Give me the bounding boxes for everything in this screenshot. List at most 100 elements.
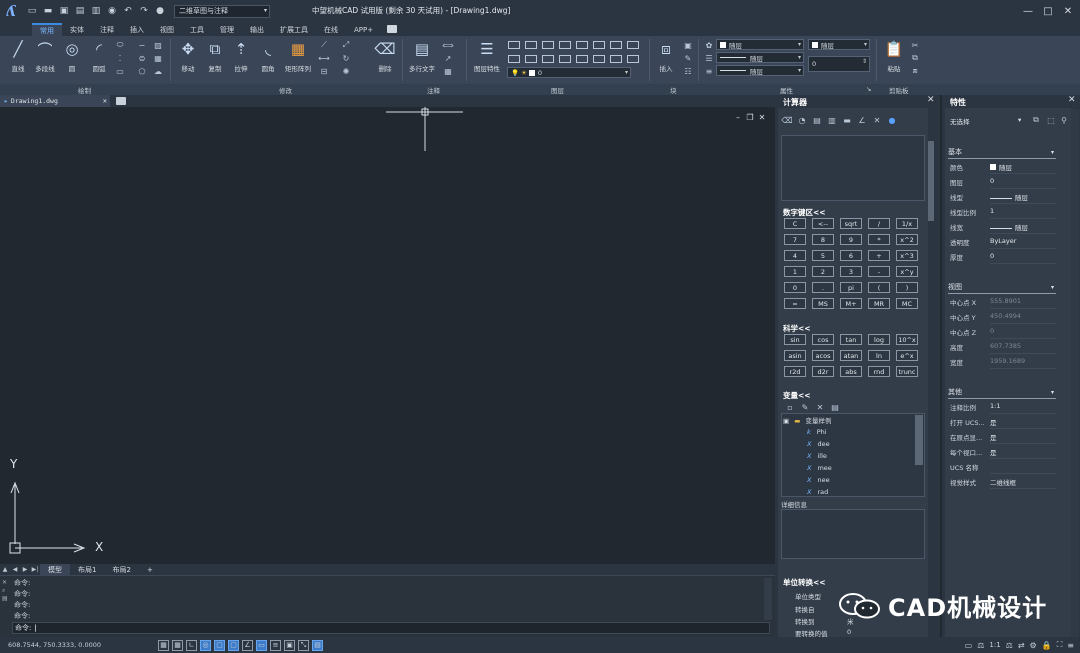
- line-angle-icon[interactable]: ▬: [841, 115, 853, 125]
- layer-tool-icon[interactable]: [542, 55, 554, 63]
- layer-tool-icon[interactable]: [610, 41, 622, 49]
- calc-key-button[interactable]: 2: [812, 266, 834, 277]
- attribute-icon[interactable]: ☷: [682, 66, 694, 76]
- command-scrollbar[interactable]: [764, 578, 772, 620]
- help-icon[interactable]: ●: [886, 115, 898, 125]
- calc-key-button[interactable]: trunc: [896, 366, 918, 377]
- layer-tool-icon[interactable]: [610, 55, 622, 63]
- leader-icon[interactable]: ↗: [442, 53, 454, 63]
- customize-icon[interactable]: ≡: [1067, 641, 1074, 650]
- calc-key-button[interactable]: 1/x: [896, 218, 918, 229]
- plot-preview-icon[interactable]: ◉: [106, 5, 118, 17]
- annotation-visibility-icon[interactable]: ⚖: [1006, 641, 1013, 650]
- new-file-icon[interactable]: ▭: [26, 5, 38, 17]
- clear-icon[interactable]: ⌫: [781, 115, 793, 125]
- close-tab-icon[interactable]: ✕: [103, 97, 107, 105]
- calc-var-icon[interactable]: ▤: [829, 402, 841, 412]
- move-button[interactable]: ✥ 移动: [175, 39, 201, 73]
- intersection-icon[interactable]: ✕: [871, 115, 883, 125]
- layer-tool-icon[interactable]: [593, 41, 605, 49]
- layer-tool-icon[interactable]: [525, 55, 537, 63]
- boundary-icon[interactable]: ▦: [152, 53, 164, 63]
- fillet-button[interactable]: ◟ 圆角: [255, 39, 281, 73]
- annotation-scale-value[interactable]: 1:1: [989, 641, 1000, 649]
- calc-key-button[interactable]: MC: [896, 298, 918, 309]
- calc-key-button[interactable]: sin: [784, 334, 806, 345]
- tab-annotate[interactable]: 注释: [92, 23, 122, 36]
- edit-block-icon[interactable]: ✎: [682, 53, 694, 63]
- undo-icon[interactable]: ↶: [122, 5, 134, 17]
- panel-scrollbar[interactable]: [928, 141, 934, 221]
- lock-icon[interactable]: 🔒: [1042, 641, 1052, 650]
- tab-manage[interactable]: 管理: [212, 23, 242, 36]
- tab-insert[interactable]: 插入: [122, 23, 152, 36]
- rect-array-button[interactable]: ▦ 矩形阵列: [283, 39, 313, 73]
- thickness-field[interactable]: 0 ⇕: [808, 56, 870, 72]
- save-as-icon[interactable]: ▤: [74, 5, 86, 17]
- calc-key-button[interactable]: 10^x: [896, 334, 918, 345]
- calc-key-button[interactable]: 6: [840, 250, 862, 261]
- polar-toggle-icon[interactable]: ◎: [200, 639, 211, 651]
- calc-key-button[interactable]: 5: [812, 250, 834, 261]
- dimension-icon[interactable]: ⟺: [442, 40, 454, 50]
- vars-scrollbar[interactable]: [915, 415, 923, 465]
- tab-solid[interactable]: 实体: [62, 23, 92, 36]
- toggle-pickadd-icon[interactable]: ⧉: [1030, 115, 1042, 125]
- fullscreen-icon[interactable]: ⛶: [1057, 640, 1063, 650]
- vars-title[interactable]: 变量<<: [783, 390, 811, 401]
- ribbon-toggle-icon[interactable]: [387, 25, 398, 33]
- calc-key-button[interactable]: 0: [784, 282, 806, 293]
- lineweight-select[interactable]: 随层 ▾: [716, 65, 804, 76]
- minimize-button[interactable]: —: [1020, 3, 1036, 19]
- lineweight-toggle-icon[interactable]: ≡: [270, 639, 281, 651]
- snap-toggle-icon[interactable]: ▦: [172, 639, 183, 651]
- plotstyle-select[interactable]: 随层 ▾: [808, 39, 870, 50]
- properties-scrollbar[interactable]: [1071, 109, 1079, 637]
- layer-tool-icon[interactable]: [525, 41, 537, 49]
- line-button[interactable]: ╱ 直线: [5, 39, 31, 73]
- calc-key-button[interactable]: asin: [784, 350, 806, 361]
- prev-tab-icon[interactable]: ◀: [10, 566, 20, 573]
- calc-key-button[interactable]: =: [784, 298, 806, 309]
- copy-base-icon[interactable]: ⧈: [909, 66, 921, 76]
- calc-key-button[interactable]: 1: [784, 266, 806, 277]
- calc-key-button[interactable]: M+: [840, 298, 862, 309]
- layer-tool-icon[interactable]: [508, 55, 520, 63]
- layer-props-button[interactable]: ☰ 图层特性: [471, 39, 503, 73]
- mtext-button[interactable]: ▤ 多行文字: [406, 39, 438, 73]
- quick-select-icon[interactable]: ⚲: [1058, 115, 1070, 125]
- calc-key-button[interactable]: ln: [868, 350, 890, 361]
- vars-tree[interactable]: [781, 413, 925, 497]
- annotation-scale-icon[interactable]: ⚖: [977, 641, 984, 650]
- insert-block-button[interactable]: ⧈ 插入: [653, 39, 679, 73]
- region-icon[interactable]: ⊜: [136, 53, 148, 63]
- layer-tool-icon[interactable]: [559, 41, 571, 49]
- scale-icon[interactable]: ⤢: [340, 40, 352, 50]
- match-props-icon[interactable]: ✿: [703, 40, 715, 50]
- calc-key-button[interactable]: sqrt: [840, 218, 862, 229]
- calc-key-button[interactable]: MS: [812, 298, 834, 309]
- var-item[interactable]: Xdee: [807, 440, 830, 448]
- redo-icon[interactable]: ↷: [138, 5, 150, 17]
- tab-tools[interactable]: 工具: [182, 23, 212, 36]
- tab-app-plus[interactable]: APP+: [346, 23, 381, 36]
- table-icon[interactable]: ▦: [442, 66, 454, 76]
- osnap-toggle-icon[interactable]: ▢: [214, 639, 225, 651]
- var-item[interactable]: Xrad: [807, 488, 828, 496]
- calc-key-button[interactable]: 7: [784, 234, 806, 245]
- autoscale-icon[interactable]: ⇄: [1018, 641, 1025, 650]
- copy-clip-icon[interactable]: ⧉: [909, 53, 921, 63]
- calc-key-button[interactable]: 3: [840, 266, 862, 277]
- numpad-title[interactable]: 数字键区<<: [783, 207, 826, 218]
- edit-var-icon[interactable]: ✎: [799, 402, 811, 412]
- distance-icon[interactable]: ▥: [826, 115, 838, 125]
- var-item[interactable]: Xmee: [807, 464, 832, 472]
- trim-icon[interactable]: ⟋: [318, 40, 330, 50]
- calc-key-button[interactable]: MR: [868, 298, 890, 309]
- 3d-osnap-toggle-icon[interactable]: ▢: [228, 639, 239, 651]
- calc-key-button[interactable]: atan: [840, 350, 862, 361]
- ellipse-icon[interactable]: ⬭: [114, 40, 126, 50]
- dynamic-input-icon[interactable]: ▤: [312, 639, 323, 651]
- angle-icon[interactable]: ∠: [856, 115, 868, 125]
- explode-icon[interactable]: ✺: [340, 66, 352, 76]
